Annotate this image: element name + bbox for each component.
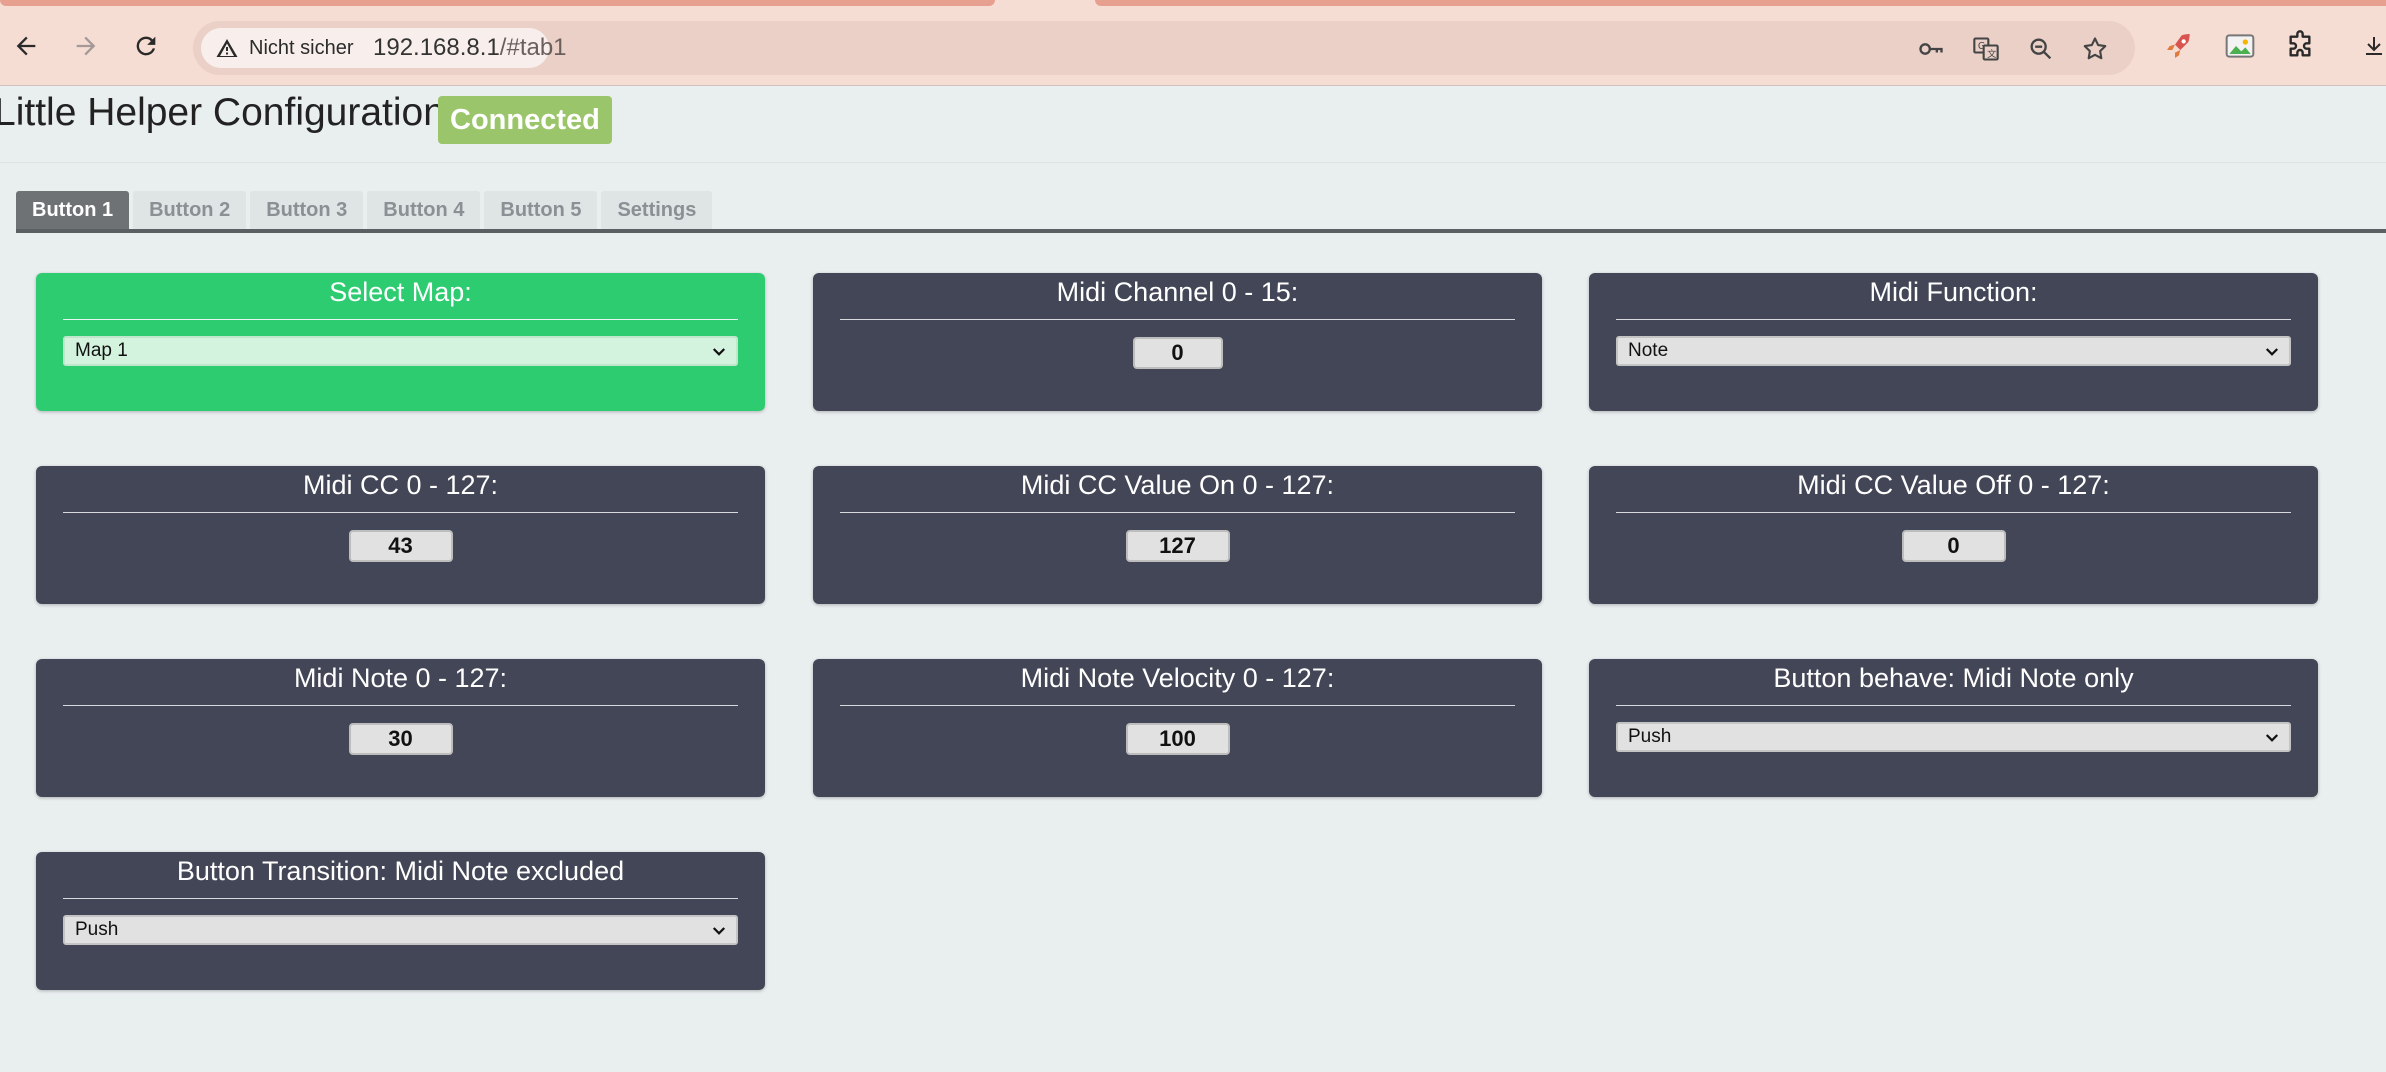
divider	[63, 898, 738, 899]
arrow-right-icon	[76, 36, 96, 56]
midi-function-card: Midi Function: Note	[1589, 273, 2318, 411]
midi-cc-value-on-card: Midi CC Value On 0 - 127: 127	[813, 466, 1542, 604]
tab-bar: Button 1 Button 2 Button 3 Button 4 Butt…	[16, 191, 713, 229]
reload-button[interactable]	[124, 24, 168, 68]
button-behave-select[interactable]: Push	[1616, 722, 2291, 752]
security-label: Nicht sicher	[249, 36, 354, 59]
card-title: Button behave: Midi Note only	[1773, 663, 2134, 693]
address-bar[interactable]: Nicht sicher 192.168.8.1/#tab1 G文	[193, 21, 2135, 75]
url-path: /#tab1	[499, 34, 567, 61]
midi-cc-value-off-card: Midi CC Value Off 0 - 127: 0	[1589, 466, 2318, 604]
midi-cc-value-off-input[interactable]: 0	[1901, 530, 2006, 562]
midi-channel-input[interactable]: 0	[1132, 337, 1223, 369]
midi-note-velocity-card: Midi Note Velocity 0 - 127: 100	[813, 659, 1542, 797]
tab-button-5[interactable]: Button 5	[484, 191, 598, 229]
midi-cc-input[interactable]: 43	[348, 530, 453, 562]
star-icon	[2083, 37, 2107, 60]
extension-image-button[interactable]	[2222, 28, 2258, 64]
extension-rocket-button[interactable]	[2161, 28, 2197, 64]
warning-icon	[216, 39, 238, 57]
divider	[1616, 705, 2291, 706]
forward-button[interactable]	[64, 24, 108, 68]
card-title: Midi Note 0 - 127:	[293, 663, 508, 693]
divider	[1616, 512, 2291, 513]
card-title: Midi CC Value Off 0 - 127:	[1797, 470, 2110, 500]
rocket-icon	[2167, 34, 2190, 58]
chevron-down-icon	[2265, 734, 2279, 742]
status-badge: Connected	[438, 96, 612, 144]
card-title: Midi CC 0 - 127:	[302, 470, 499, 500]
reload-icon	[136, 36, 156, 56]
back-button[interactable]	[4, 24, 48, 68]
divider	[840, 705, 1515, 706]
browser-tab[interactable]	[0, 0, 995, 6]
midi-function-select[interactable]: Note	[1616, 336, 2291, 366]
extensions-button[interactable]	[2282, 28, 2318, 64]
image-icon	[2225, 34, 2255, 58]
bookmark-button[interactable]	[2080, 34, 2110, 64]
zoom-out-icon	[2030, 38, 2052, 60]
midi-cc-value-on-input[interactable]: 127	[1125, 530, 1230, 562]
svg-text:G: G	[1978, 41, 1985, 52]
map-select[interactable]: Map 1	[63, 336, 738, 366]
card-title: Midi Note Velocity 0 - 127:	[1020, 663, 1335, 693]
card-title: Midi Channel 0 - 15:	[1056, 277, 1299, 307]
page-content: Little Helper Configuration Connected Bu…	[0, 87, 2386, 1072]
divider	[63, 705, 738, 706]
page-title: Little Helper Configuration	[0, 91, 445, 134]
url-text[interactable]: 192.168.8.1/#tab1	[373, 34, 567, 62]
chevron-down-icon	[712, 348, 726, 356]
browser-tab-active[interactable]	[1095, 0, 2386, 6]
profile-button[interactable]	[2362, 28, 2386, 64]
divider	[63, 512, 738, 513]
tab-settings[interactable]: Settings	[601, 191, 713, 229]
card-title: Select Map:	[329, 277, 472, 307]
tab-underline	[16, 229, 2386, 233]
browser-toolbar: Nicht sicher 192.168.8.1/#tab1 G文	[0, 8, 2386, 86]
translate-icon: G文	[1973, 37, 1999, 61]
select-map-card: Select Map: Map 1	[36, 273, 765, 411]
divider	[1616, 319, 2291, 320]
midi-channel-card: Midi Channel 0 - 15: 0	[813, 273, 1542, 411]
password-key-button[interactable]	[1916, 34, 1946, 64]
card-title: Button Transition: Midi Note excluded	[176, 856, 625, 886]
midi-note-velocity-input[interactable]: 100	[1125, 723, 1230, 755]
tab-button-3[interactable]: Button 3	[250, 191, 364, 229]
divider	[840, 319, 1515, 320]
midi-note-card: Midi Note 0 - 127: 30	[36, 659, 765, 797]
button-transition-select[interactable]: Push	[63, 915, 738, 945]
button-behave-value: Push	[1628, 726, 1672, 747]
tab-button-4[interactable]: Button 4	[367, 191, 481, 229]
arrow-left-icon	[16, 36, 36, 56]
card-title: Midi Function:	[1869, 277, 2038, 307]
card-title: Midi CC Value On 0 - 127:	[1020, 470, 1335, 500]
midi-note-input[interactable]: 30	[348, 723, 453, 755]
puzzle-icon	[2289, 30, 2311, 57]
page-header: Little Helper Configuration Connected	[0, 87, 2386, 163]
map-select-value: Map 1	[75, 340, 128, 361]
divider	[840, 512, 1515, 513]
download-icon	[2366, 37, 2382, 55]
url-host: 192.168.8.1	[373, 34, 500, 61]
zoom-button[interactable]	[2026, 34, 2056, 64]
button-transition-value: Push	[75, 919, 119, 940]
midi-cc-card: Midi CC 0 - 127: 43	[36, 466, 765, 604]
chevron-down-icon	[712, 927, 726, 935]
browser-tabstrip	[0, 0, 2386, 8]
svg-text:文: 文	[1987, 48, 1996, 60]
midi-function-value: Note	[1628, 340, 1669, 361]
divider	[63, 319, 738, 320]
tab-button-1[interactable]: Button 1	[16, 191, 130, 229]
button-behave-card: Button behave: Midi Note only Push	[1589, 659, 2318, 797]
button-transition-card: Button Transition: Midi Note excluded Pu…	[36, 852, 765, 990]
tab-button-2[interactable]: Button 2	[133, 191, 247, 229]
key-icon	[1919, 43, 1943, 55]
translate-button[interactable]: G文	[1971, 34, 2001, 64]
chevron-down-icon	[2265, 348, 2279, 356]
